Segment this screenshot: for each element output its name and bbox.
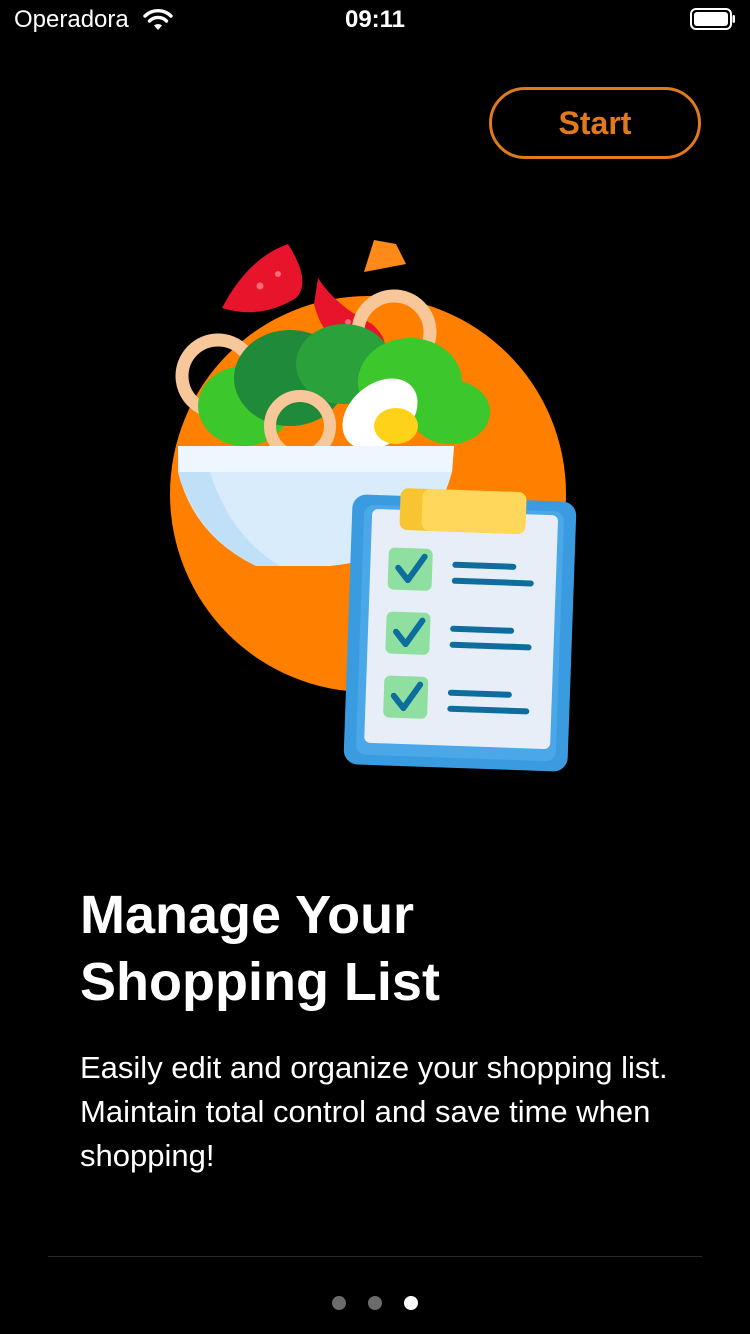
start-button[interactable]: Start	[489, 87, 701, 159]
clock: 09:11	[344, 6, 406, 33]
page-dot-1[interactable]	[332, 1296, 346, 1310]
page-dot-3[interactable]	[404, 1296, 418, 1310]
salad-bowl-checklist-illustration	[170, 240, 577, 772]
page-indicator[interactable]	[0, 1296, 750, 1310]
page-dot-2[interactable]	[368, 1296, 382, 1310]
battery-icon	[690, 8, 735, 30]
page-description: Easily edit and organize your shopping l…	[80, 1050, 668, 1173]
page-title: Manage Your Shopping List	[80, 885, 440, 1012]
status-bar: Operadora 09:11	[0, 0, 750, 40]
divider	[48, 1256, 702, 1257]
